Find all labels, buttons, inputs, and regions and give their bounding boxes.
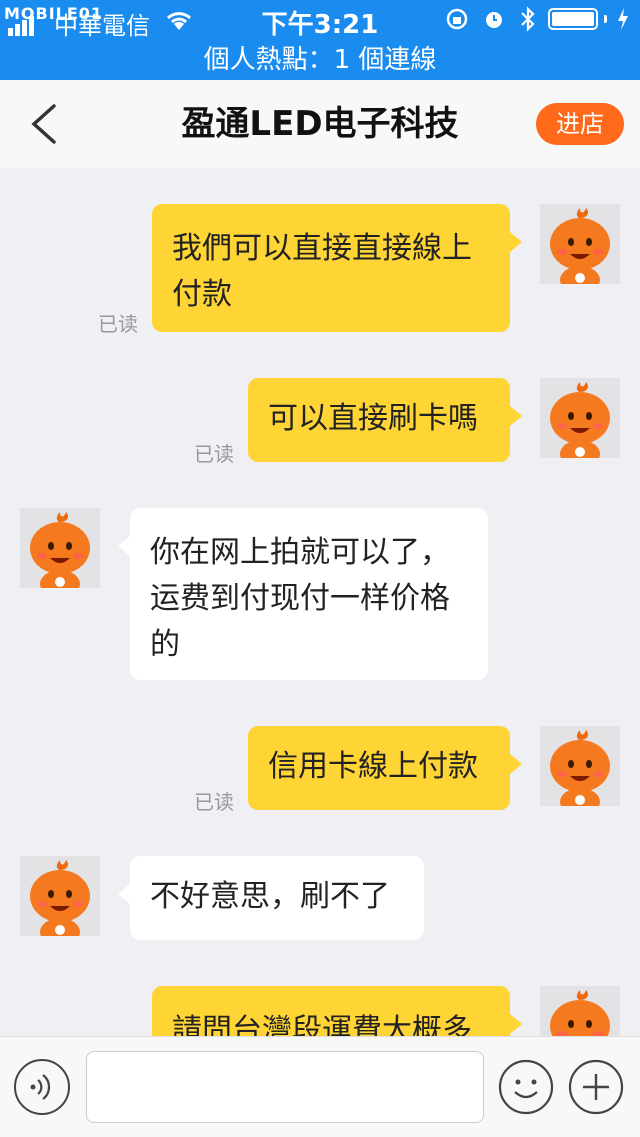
- my-avatar[interactable]: [540, 726, 620, 806]
- seller-avatar[interactable]: [20, 508, 100, 588]
- message-text: 信用卡線上付款: [268, 749, 478, 784]
- rotation-lock-icon: [446, 8, 467, 30]
- nav-bar: 盈通LED电子科技 进店: [0, 80, 640, 168]
- battery-icon: [547, 8, 598, 30]
- seller-avatar[interactable]: [20, 856, 100, 936]
- hotspot-text: 個人熱點：1 個連線: [203, 45, 437, 75]
- input-bar: [0, 1036, 640, 1137]
- plus-icon[interactable]: [568, 1059, 624, 1115]
- message-input[interactable]: [86, 1051, 484, 1123]
- signal-bar: [8, 28, 13, 36]
- voice-icon: [30, 1074, 51, 1100]
- message-bubble[interactable]: 不好意思，刷不了: [118, 856, 424, 940]
- my-avatar[interactable]: [540, 378, 620, 458]
- message-text: 我們可以直接直接線上付款: [172, 231, 472, 312]
- message-text: 不好意思，刷不了: [150, 879, 390, 914]
- signal-bar: [29, 16, 34, 36]
- message-bubble[interactable]: 信用卡線上付款: [248, 726, 522, 810]
- signal-bar: [22, 20, 27, 36]
- message-bubble[interactable]: 可以直接刷卡嗎: [248, 378, 522, 462]
- my-avatar[interactable]: [540, 204, 620, 284]
- my-avatar[interactable]: [540, 986, 620, 1036]
- message-bubble[interactable]: 我們可以直接直接線上付款: [152, 204, 522, 332]
- battery-tip: [603, 15, 607, 23]
- message-bubble[interactable]: 你在网上拍就可以了，运费到付现付一样价格的: [118, 508, 488, 680]
- status-icons: [445, 6, 630, 36]
- read-status: 已读: [98, 312, 138, 336]
- message-text: 你在网上拍就可以了，运费到付现付一样价格的: [150, 535, 450, 662]
- message-bubble[interactable]: 請問台灣段運費大概多: [152, 986, 522, 1036]
- bluetooth-icon: [520, 6, 535, 32]
- alarm-icon: [485, 12, 502, 28]
- hotspot-banner[interactable]: 個人熱點：1 個連線: [0, 42, 640, 80]
- message-text: 可以直接刷卡嗎: [268, 401, 478, 436]
- read-status: 已读: [194, 790, 234, 814]
- read-status: 已读: [194, 442, 234, 466]
- message-text: 請問台灣段運費大概多: [172, 1013, 472, 1036]
- signal-strength-icon: [8, 16, 36, 36]
- enter-store-button[interactable]: 进店: [536, 103, 624, 145]
- signal-bar: [15, 24, 20, 36]
- emoji-icon[interactable]: [498, 1059, 554, 1115]
- charging-icon: [618, 8, 628, 30]
- voice-button[interactable]: [14, 1059, 70, 1115]
- chat-area[interactable]: 我們可以直接直接線上付款 已读 可以直接刷卡嗎 已读 你在网上拍就可以了，运费到…: [0, 168, 640, 1036]
- status-bar: MOBILE01 中華電信 下午3:21: [0, 0, 640, 42]
